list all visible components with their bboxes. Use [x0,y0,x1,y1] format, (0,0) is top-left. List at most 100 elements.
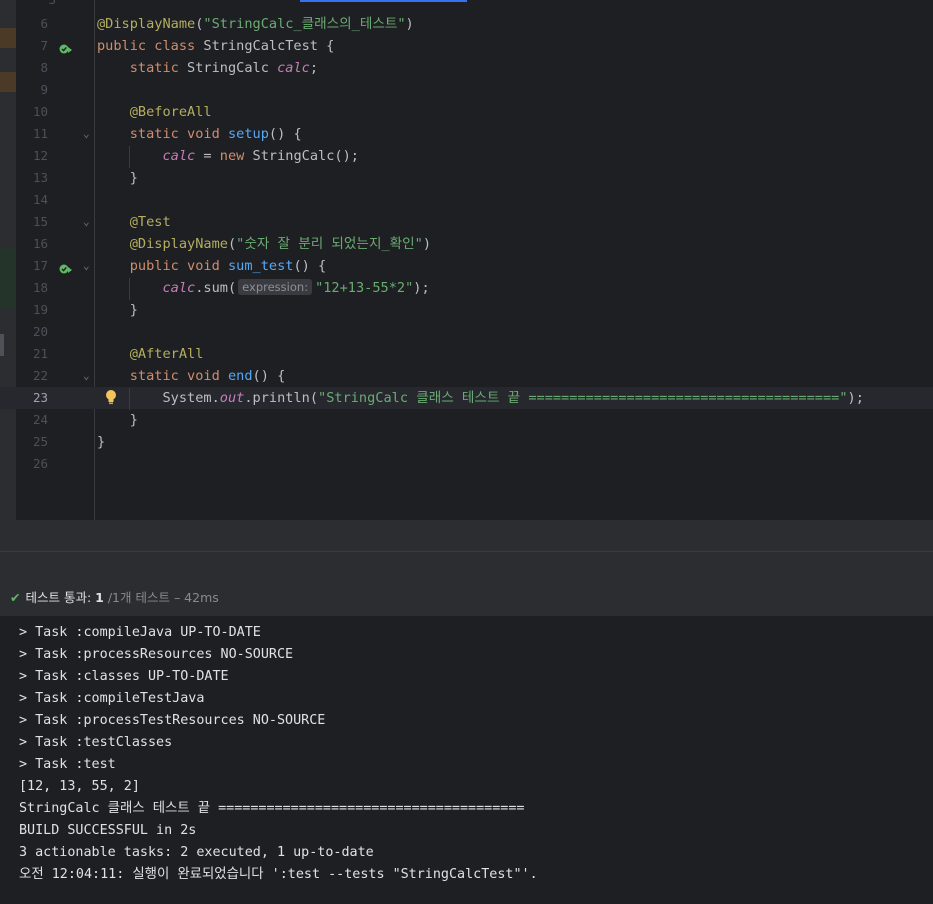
code-line[interactable]: 12 calc = new StringCalc(); [0,145,933,167]
code-token: } [97,302,138,318]
code-token: @BeforeAll [129,104,212,120]
code-line[interactable]: 19 } [0,299,933,321]
code-line[interactable]: 7 public class StringCalcTest { [0,35,933,57]
code-token: sum_test [227,258,294,274]
code-line[interactable]: 6 @DisplayName("StringCalc_클래스의_테스트") [0,13,933,35]
console-line: 3 actionable tasks: 2 executed, 1 up-to-… [19,845,374,860]
code-token: calc [162,280,196,296]
code-token: StringCalc(); [252,148,359,164]
code-token: end [227,368,253,384]
code-line[interactable]: 25} [0,431,933,453]
code-token: @AfterAll [129,346,204,362]
code-line[interactable]: 22 ⌄ static void end() { [0,365,933,387]
code-line[interactable]: 15 ⌄ @Test [0,211,933,233]
fold-chevron-icon[interactable]: ⌄ [83,211,90,233]
run-test-icon[interactable] [59,260,73,274]
line-number: 21 [32,346,48,361]
test-pass-count: 1 [95,590,104,605]
code-line[interactable]: 24 } [0,409,933,431]
code-token: System. [162,390,220,406]
code-line[interactable]: 11 ⌄ static void setup() { [0,123,933,145]
line-number: 11 [32,126,48,141]
run-test-icon[interactable] [59,40,73,54]
fold-chevron-icon[interactable]: ⌄ [83,255,90,277]
code-text: public void sum_test() { [97,255,326,277]
line-number: 22 [32,368,48,383]
line-number: 24 [32,412,48,427]
console-line: > Task :test [19,757,116,772]
line-number: 13 [32,170,48,185]
line-number: 25 [32,434,48,449]
code-token: () { [293,258,327,274]
code-text: } [97,431,105,453]
code-token: public void [129,258,228,274]
line-number: 10 [32,104,48,119]
console-line: > Task :processResources NO-SOURCE [19,647,294,662]
code-token: "StringCalc 클래스 테스트 끝 ==================… [318,390,848,406]
code-line[interactable]: 16 @DisplayName("숫자 잘 분리 되었는지_확인") [0,233,933,255]
tab-indicator [300,0,467,2]
code-token: .println( [244,390,319,406]
line-number: 20 [32,324,48,339]
code-text: static StringCalc calc; [97,57,318,79]
line-number: 7 [40,38,48,53]
code-line[interactable]: 26 [0,453,933,475]
code-line[interactable]: 10 @BeforeAll [0,101,933,123]
fold-chevron-icon[interactable]: ⌄ [83,365,90,387]
indent-guide [129,146,130,168]
code-line[interactable]: 20 [0,321,933,343]
code-line[interactable]: 13 } [0,167,933,189]
code-text: @DisplayName("숫자 잘 분리 되었는지_확인") [97,233,431,255]
fold-chevron-icon[interactable]: ⌄ [83,123,90,145]
code-token: ( [227,236,237,252]
code-text: } [97,167,138,189]
code-token: @DisplayName [129,236,228,252]
code-token: ); [847,390,864,406]
code-token: = [195,148,220,164]
line-number: 6 [40,16,48,31]
line-number: 14 [32,192,48,207]
console-line: > Task :classes UP-TO-DATE [19,669,229,684]
code-text: @Test [97,211,171,233]
test-status-summary: ✔ 테스트 통과: 1 /1개 테스트 – 42ms [10,587,219,606]
run-console[interactable]: > Task :compileJava UP-TO-DATE > Task :pr… [0,616,933,904]
code-line[interactable]: 8 static StringCalc calc; [0,57,933,79]
panel-splitter[interactable] [0,520,933,551]
code-editor[interactable]: 5 6@DisplayName("StringCalc_클래스의_테스트")7p… [0,0,933,520]
line-number: 9 [40,82,48,97]
code-token: ); [413,280,430,296]
line-number: 19 [32,302,48,317]
code-token: "숫자 잘 분리 되었는지_확인" [236,236,423,252]
code-token: () { [268,126,302,142]
line-number: 23 [32,390,48,405]
code-line[interactable]: 14 [0,189,933,211]
code-line[interactable]: 18 calc.sum(expression: "12+13-55*2"); [0,277,933,299]
code-token: new [219,148,253,164]
code-line[interactable]: 17 ⌄ public void sum_test() { [0,255,933,277]
code-token: static [129,60,188,76]
code-token: StringCalc [187,60,278,76]
line-number: 26 [32,456,48,471]
code-text: static void setup() { [97,123,302,145]
code-token: calc [162,148,196,164]
code-line[interactable]: 23 System.out.println("StringCalc 클래스 테스… [0,387,933,409]
console-line: 오전 12:04:11: 실행이 완료되었습니다 ':test --tests … [19,867,538,882]
console-line: > Task :processTestResources NO-SOURCE [19,713,326,728]
code-text: public class StringCalcTest { [97,35,334,57]
code-text: } [97,409,138,431]
code-text: @BeforeAll [97,101,212,123]
code-line[interactable]: 9 [0,79,933,101]
code-text: @DisplayName("StringCalc_클래스의_테스트") [97,13,414,35]
code-token: ) [405,16,414,32]
code-token: "StringCalc_클래스의_테스트" [203,16,406,32]
check-icon: ✔ [10,590,21,605]
console-line: > Task :compileTestJava [19,691,205,706]
indent-guide [129,278,130,300]
code-line[interactable]: 21 @AfterAll [0,343,933,365]
code-token: () { [252,368,286,384]
console-line: [12, 13, 55, 2] [19,779,140,794]
indent-guide [129,388,130,410]
